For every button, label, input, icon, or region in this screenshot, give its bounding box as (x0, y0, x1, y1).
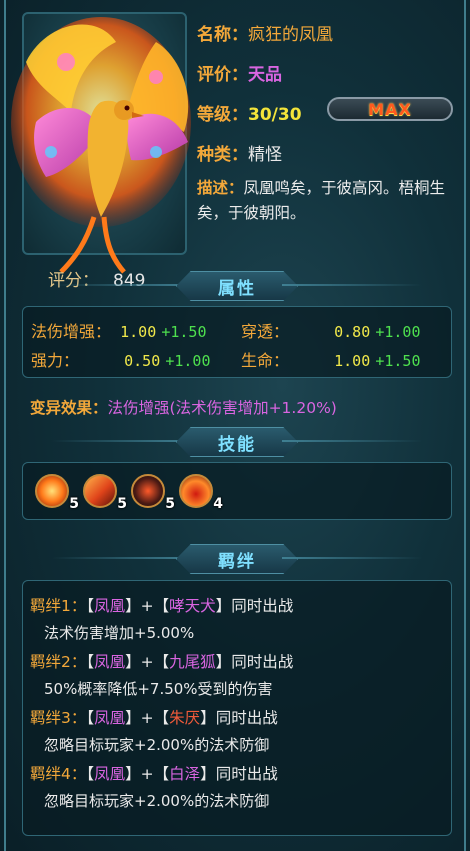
bond-label: 羁绊1： (30, 597, 87, 615)
skill-level: 5 (117, 496, 127, 512)
pet-name: 疯狂的凤凰 (248, 25, 333, 45)
skill-list: 5 5 5 4 (35, 474, 223, 512)
bond-pet-b: 哮天犬 (169, 597, 216, 615)
bond-suffix: 同时出战 (215, 709, 278, 727)
bond-pet-b: 九尾狐 (169, 653, 216, 671)
header-wing-left (52, 284, 192, 286)
flame-slash-icon[interactable]: 5 (83, 474, 127, 512)
attr-base: 0.50 (124, 352, 161, 370)
attr-bonus: +1.00 (375, 323, 421, 341)
attr-bonus: +1.50 (375, 352, 421, 370)
header-wing-right (282, 440, 422, 442)
bond-pet-a: 凤凰 (94, 597, 126, 615)
bond-suffix: 同时出战 (215, 765, 278, 783)
attr-bonus: +1.00 (165, 352, 211, 370)
bond-4-effect: 忽略目标玩家+2.00%的法术防御 (44, 792, 270, 810)
attr-row-2-left: 强力： 0.50 +1.00 (31, 347, 210, 371)
pet-description: 描述：凤凰鸣矣，于彼高冈。梧桐生矣，于彼朝阳。 (197, 176, 459, 226)
skills-header: 技能 (22, 427, 452, 457)
bond-1-effect: 法术伤害增加+5.00% (44, 624, 195, 642)
attr-label: 法伤增强： (31, 322, 112, 341)
max-level-button[interactable]: MAX (327, 97, 453, 121)
attributes-title: 属性 (218, 278, 256, 299)
pet-portrait (11, 12, 191, 274)
attr-bonus: +1.50 (161, 323, 207, 341)
pet-rank: 天品 (248, 65, 282, 85)
attr-label: 穿透： (241, 322, 290, 341)
bond-suffix: 同时出战 (231, 653, 294, 671)
name-label: 名称： (197, 25, 248, 45)
attr-row-1-right: 穿透： 0.80 +1.00 (241, 318, 420, 342)
mutation-label: 变异效果： (30, 399, 108, 417)
mutation-effect: 变异效果：法伤增强(法术伤害增加+1.20%) (30, 396, 337, 418)
bond-label: 羁绊2： (30, 653, 87, 671)
demon-claw-icon[interactable]: 5 (131, 474, 175, 512)
skill-level: 5 (69, 496, 79, 512)
phoenix-image (11, 17, 191, 274)
bond-pet-a: 凤凰 (94, 653, 126, 671)
bond-label: 羁绊3： (30, 709, 87, 727)
header-wing-right (282, 557, 422, 559)
type-label: 种类： (197, 145, 248, 165)
skills-tab: 技能 (176, 427, 298, 457)
attr-base: 0.80 (334, 323, 371, 341)
bond-label: 羁绊4： (30, 765, 87, 783)
attr-row-2-right: 生命： 1.00 +1.50 (241, 347, 420, 371)
bonds-tab: 羁绊 (176, 544, 298, 574)
rank-label: 评价： (197, 65, 248, 85)
bond-pet-b: 朱厌 (169, 709, 201, 727)
desc-label: 描述： (197, 179, 244, 197)
pet-name-row: 名称：疯狂的凤凰 (197, 20, 333, 45)
bond-suffix: 同时出战 (231, 597, 294, 615)
attributes-header: 属性 (22, 271, 452, 301)
bond-1: 羁绊1：【凤凰】+【哮天犬】同时出战 (30, 597, 294, 615)
attr-base: 1.00 (334, 352, 371, 370)
pet-type-row: 种类：精怪 (197, 140, 282, 165)
bond-3-effect: 忽略目标玩家+2.00%的法术防御 (44, 736, 270, 754)
header-wing-right (282, 284, 422, 286)
bond-pet-a: 凤凰 (94, 709, 126, 727)
attributes-tab: 属性 (176, 271, 298, 301)
header-wing-left (52, 440, 192, 442)
header-wing-left (52, 557, 192, 559)
bond-2: 羁绊2：【凤凰】+【九尾狐】同时出战 (30, 653, 294, 671)
bond-pet-b: 白泽 (169, 765, 201, 783)
attributes-panel: 法伤增强： 1.00 +1.50 穿透： 0.80 +1.00 强力： 0.50… (22, 306, 452, 378)
attr-base: 1.00 (120, 323, 157, 341)
pet-rank-row: 评价：天品 (197, 60, 282, 85)
attr-label: 强力： (31, 351, 80, 370)
blood-drop-icon[interactable]: 4 (179, 474, 223, 512)
attr-row-1-left: 法伤增强： 1.00 +1.50 (31, 318, 206, 342)
skill-level: 5 (165, 496, 175, 512)
bond-pet-a: 凤凰 (94, 765, 126, 783)
bond-3: 羁绊3：【凤凰】+【朱厌】同时出战 (30, 709, 278, 727)
pet-level: 30/30 (248, 105, 302, 125)
mutation-value: 法伤增强(法术伤害增加+1.20%) (107, 399, 337, 417)
pet-type: 精怪 (248, 145, 282, 165)
bond-4: 羁绊4：【凤凰】+【白泽】同时出战 (30, 765, 278, 783)
skill-level: 4 (213, 496, 223, 512)
bonds-title: 羁绊 (218, 551, 256, 572)
bonds-header: 羁绊 (22, 544, 452, 574)
max-label: MAX (368, 99, 412, 119)
pet-level-row: 等级：30/30 (197, 100, 302, 125)
fire-orb-icon[interactable]: 5 (35, 474, 79, 512)
attr-label: 生命： (241, 351, 290, 370)
level-label: 等级： (197, 105, 248, 125)
skills-title: 技能 (218, 434, 256, 455)
bond-2-effect: 50%概率降低+7.50%受到的伤害 (44, 680, 273, 698)
